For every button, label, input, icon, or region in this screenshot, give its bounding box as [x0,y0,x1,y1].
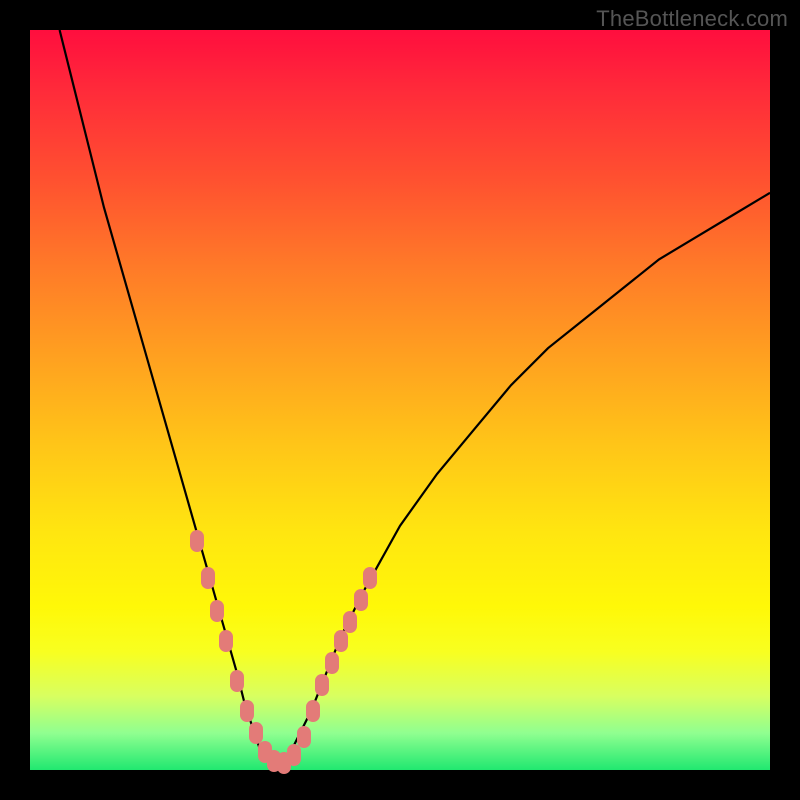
sample-marker [219,630,233,652]
sample-marker [363,567,377,589]
sample-marker [315,674,329,696]
sample-marker [343,611,357,633]
sample-marker [201,567,215,589]
plot-area [30,30,770,770]
sample-marker [354,589,368,611]
sample-marker [306,700,320,722]
sample-marker [190,530,204,552]
sample-marker [287,744,301,766]
sample-marker [210,600,224,622]
watermark-text: TheBottleneck.com [596,6,788,32]
sample-marker [230,670,244,692]
chart-frame: TheBottleneck.com [0,0,800,800]
sample-marker [325,652,339,674]
sample-markers-layer [30,30,770,770]
sample-marker [297,726,311,748]
sample-marker [334,630,348,652]
sample-marker [240,700,254,722]
